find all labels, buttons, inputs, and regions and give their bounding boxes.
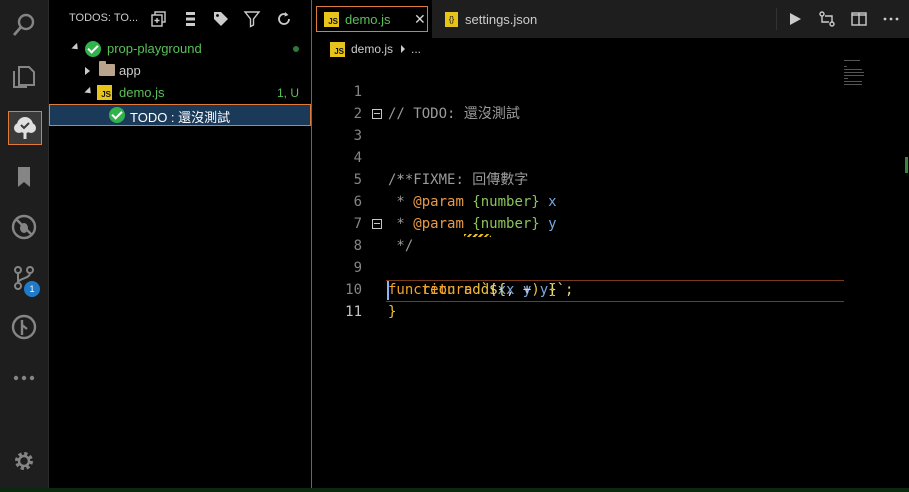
- todo-tree-icon[interactable]: [8, 111, 42, 145]
- js-file-icon: JS: [330, 42, 345, 57]
- tree-folder-app[interactable]: app: [49, 60, 311, 82]
- chevron-right-icon: [401, 45, 405, 53]
- minimap[interactable]: [842, 59, 902, 99]
- breadcrumb-file[interactable]: demo.js: [351, 42, 393, 56]
- tab-settings-json[interactable]: {} settings.json: [433, 0, 563, 38]
- expand-all-icon[interactable]: [150, 10, 168, 28]
- sidebar-title: TODOS: TO...: [69, 12, 139, 24]
- tab-label: settings.json: [465, 12, 538, 27]
- activity-bar: 1: [0, 0, 49, 488]
- code-line: 8 function add(x, y) {: [312, 213, 852, 298]
- workspace-label: prop-playground: [107, 41, 202, 56]
- code-line: 4 * FIXME: 回傳數字: [353, 150, 529, 188]
- git-graph-icon[interactable]: [9, 312, 39, 342]
- settings-gear-icon[interactable]: [9, 446, 39, 476]
- more-icon[interactable]: [9, 362, 39, 392]
- code-line: 3 /**: [312, 103, 852, 188]
- run-icon[interactable]: [786, 10, 804, 28]
- filter-icon[interactable]: [243, 10, 261, 28]
- js-file-icon: JS: [324, 12, 339, 27]
- compare-changes-icon[interactable]: [818, 10, 836, 28]
- tree-workspace[interactable]: prop-playground: [49, 38, 311, 60]
- code-line: 9 return `${x + y}`;: [353, 260, 574, 298]
- tab-label: demo.js: [345, 12, 391, 27]
- split-editor-icon[interactable]: [850, 10, 868, 28]
- tree-todo-item[interactable]: TODO : 還沒測試: [49, 104, 311, 126]
- status-bar: [0, 488, 909, 492]
- todo-label: TODO : 還沒測試: [130, 110, 231, 125]
- sidebar-header: TODOS: TO...: [49, 0, 311, 38]
- bookmark-icon[interactable]: [9, 162, 39, 192]
- tag-icon[interactable]: [212, 10, 230, 28]
- fold-icon[interactable]: [372, 109, 382, 119]
- code-line: 6 * @param {number} y: [353, 194, 557, 232]
- text-cursor: [387, 281, 389, 300]
- todo-tree-sidebar: TODOS: TO... prop-playground app JS demo…: [49, 0, 312, 488]
- chevron-down-icon[interactable]: [84, 86, 94, 97]
- status-dot: [293, 46, 299, 52]
- search-icon[interactable]: [9, 10, 39, 40]
- tree-file-demo[interactable]: JS demo.js 1, U: [49, 82, 311, 104]
- check-circle-icon: [85, 41, 101, 57]
- breadcrumb-symbol[interactable]: ...: [411, 42, 421, 56]
- debug-icon[interactable]: [9, 212, 39, 242]
- overview-ruler-mark: [905, 157, 908, 173]
- code-line: 11: [345, 304, 362, 320]
- code-line: 5 * @param {number} x: [353, 172, 557, 210]
- code-editor[interactable]: 1 // TODO: 還沒測試 2 3 /** 4 * FIXME: 回傳數字 …: [312, 59, 909, 488]
- file-status-badge: 1, U: [276, 86, 299, 100]
- js-file-icon: JS: [97, 85, 112, 100]
- folder-icon: [99, 61, 115, 76]
- json-file-icon: {}: [445, 12, 458, 27]
- folder-label: app: [119, 63, 141, 78]
- code-line: 7 */: [353, 216, 414, 254]
- warning-squiggle: [464, 234, 491, 237]
- explorer-icon[interactable]: [9, 62, 39, 92]
- close-icon[interactable]: ✕: [414, 11, 426, 28]
- code-line: 2: [353, 106, 362, 122]
- fold-icon[interactable]: [372, 219, 382, 229]
- code-line: 10 }: [345, 282, 397, 320]
- check-circle-icon: [109, 107, 125, 123]
- more-actions-icon[interactable]: [882, 10, 900, 28]
- tree-view-icon[interactable]: [181, 10, 199, 28]
- tab-bar: JS demo.js ✕ {} settings.json: [312, 0, 909, 38]
- code-line: 1 // TODO: 還沒測試: [353, 84, 520, 122]
- chevron-down-icon[interactable]: [71, 42, 81, 53]
- breadcrumb: JS demo.js ...: [312, 38, 909, 60]
- editor-area: JS demo.js ✕ {} settings.json JS demo.js…: [312, 0, 909, 488]
- file-label: demo.js: [119, 85, 165, 100]
- chevron-right-icon[interactable]: [85, 67, 90, 75]
- tab-demo-js[interactable]: JS demo.js ✕: [312, 0, 432, 38]
- source-control-badge: 1: [24, 281, 40, 297]
- refresh-icon[interactable]: [275, 10, 293, 28]
